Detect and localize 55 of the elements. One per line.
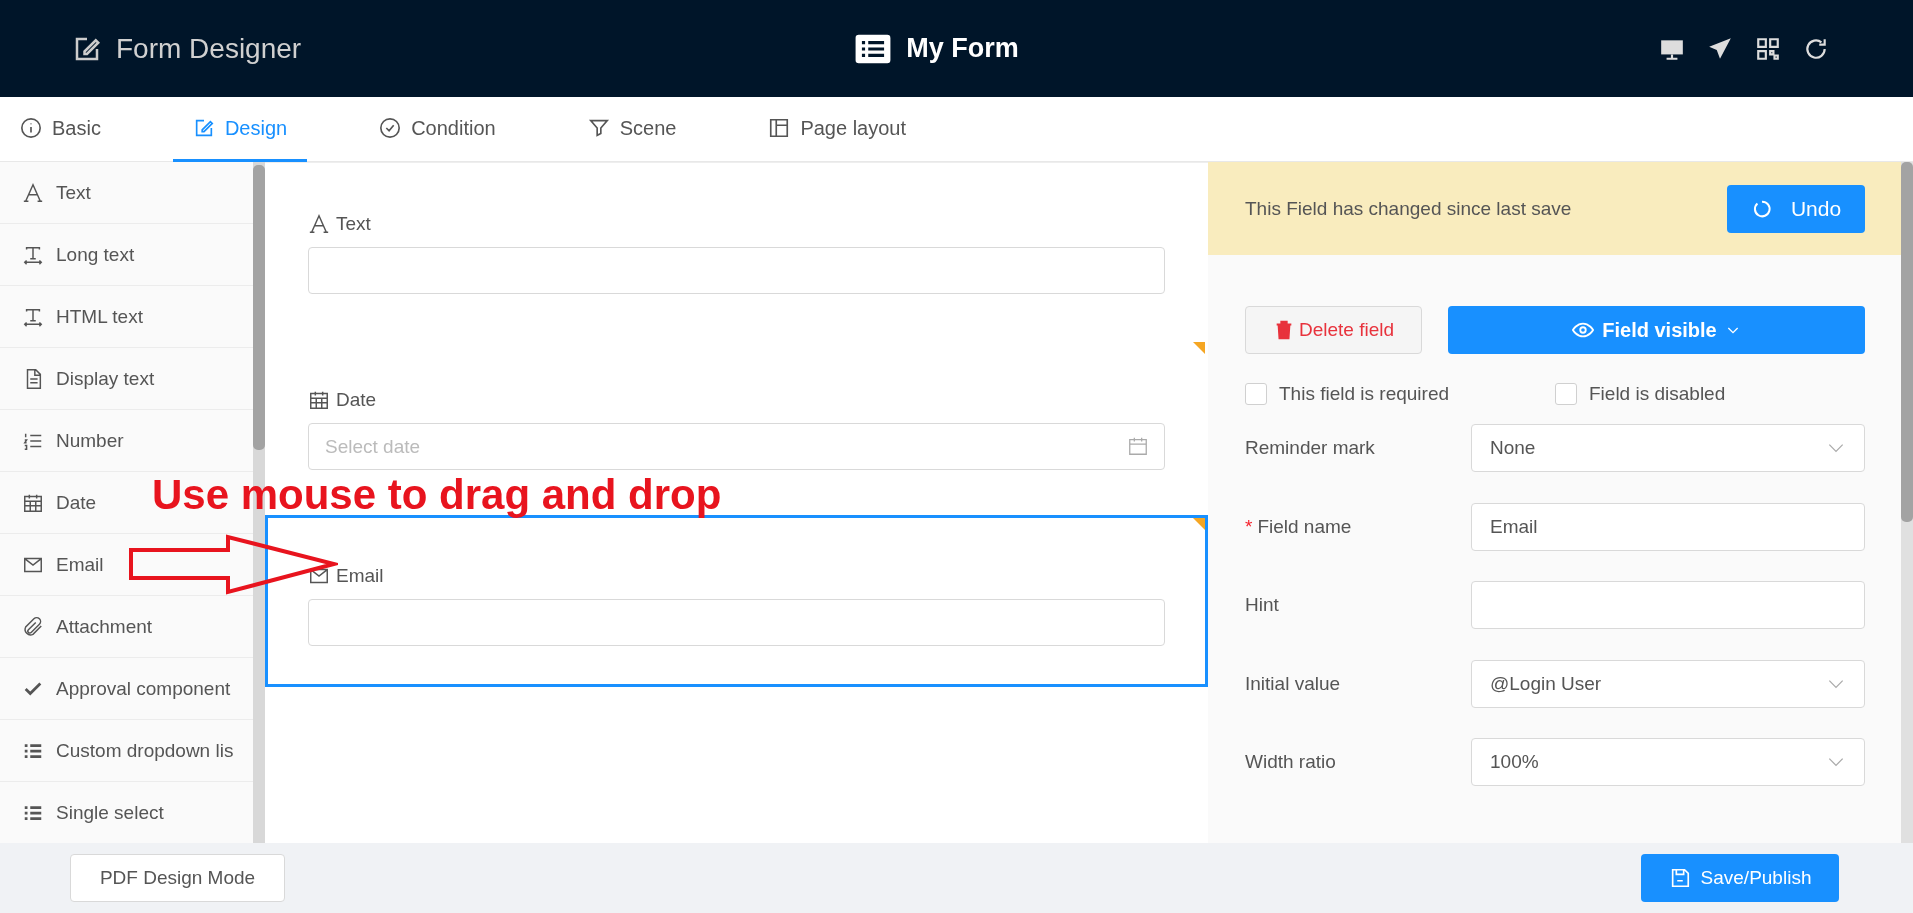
property-label: Reminder mark (1245, 437, 1375, 460)
palette-item[interactable]: Attachment (56, 615, 153, 638)
scrollbar[interactable] (1901, 162, 1913, 843)
select-field[interactable]: @Login User (1471, 659, 1865, 708)
calendar-icon (308, 389, 330, 411)
date-field[interactable]: Select date (308, 423, 1165, 470)
palette-item[interactable]: Number (56, 429, 124, 452)
letter-a-icon (308, 213, 330, 235)
field-label: Text (336, 213, 371, 235)
select-field[interactable]: 100% (1471, 738, 1865, 787)
property-label: Initial value (1245, 672, 1341, 695)
form-list-icon (854, 32, 893, 65)
palette-item[interactable]: Single select (56, 801, 164, 824)
delete-button[interactable]: Delete field (1245, 306, 1422, 354)
pdf-mode-button[interactable]: PDF Design Mode (70, 854, 285, 902)
field-label: Date (336, 389, 377, 411)
input-field[interactable]: Email (1471, 502, 1865, 551)
layout-icon (768, 117, 791, 139)
app-title: Form Designer (116, 32, 302, 65)
input-field[interactable] (1471, 581, 1865, 630)
calendar-icon (1127, 435, 1149, 457)
tab[interactable]: Scene (567, 97, 697, 162)
required-asterisk: * (1245, 515, 1253, 538)
palette-item[interactable]: Text (56, 181, 91, 204)
palette-item[interactable]: Custom dropdown lis (56, 739, 234, 762)
palette-item[interactable]: Date (56, 491, 97, 514)
palette-item[interactable]: Email (56, 553, 104, 576)
field-block[interactable]: Text (265, 163, 1208, 297)
filter-icon (587, 117, 610, 139)
palette-item[interactable]: Display text (56, 367, 155, 390)
paperclip-icon (22, 615, 44, 638)
property-label: Hint (1245, 594, 1279, 617)
info-icon (20, 117, 42, 139)
checkbox-label: This field is required (1279, 383, 1450, 405)
tab[interactable]: Page layout (748, 97, 927, 162)
select-field[interactable]: None (1471, 424, 1865, 473)
tab[interactable]: Basic (0, 97, 121, 162)
input-field[interactable] (308, 599, 1165, 646)
field-block[interactable]: Date Select date (265, 339, 1208, 473)
checkbox[interactable] (1245, 383, 1267, 405)
field-label: Email (336, 565, 384, 587)
letter-a-icon (22, 181, 44, 204)
palette-item[interactable]: Approval component (56, 677, 231, 700)
property-label: Field name (1257, 515, 1352, 538)
notice-text: This Field has changed since last save (1245, 197, 1572, 220)
input-field[interactable] (308, 247, 1165, 294)
form-name: My Form (906, 33, 1019, 64)
property-label: Width ratio (1245, 751, 1336, 774)
tab[interactable]: Condition (359, 97, 516, 162)
palette-item[interactable]: HTML text (56, 305, 143, 328)
checkbox[interactable] (1555, 383, 1577, 405)
palette-item[interactable]: Long text (56, 243, 135, 266)
checkbox-label: Field is disabled (1589, 383, 1726, 405)
annotation-text: Use mouse to drag and drop (152, 474, 722, 516)
qr-code-icon[interactable] (1755, 35, 1781, 62)
